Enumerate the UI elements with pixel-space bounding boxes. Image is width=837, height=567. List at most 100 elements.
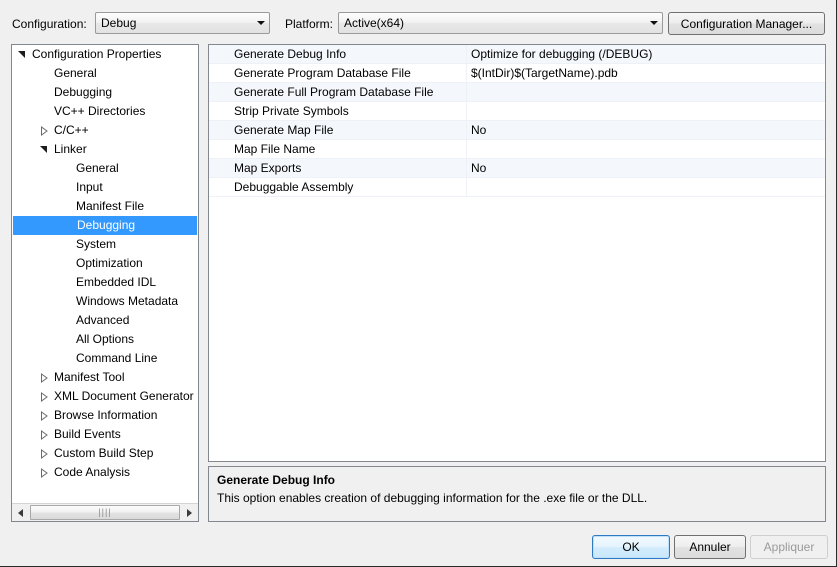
- configuration-manager-label: Configuration Manager...: [680, 16, 813, 31]
- tree-item-label: Command Line: [76, 351, 158, 365]
- tree-item-optimization[interactable]: Optimization: [12, 254, 198, 273]
- tree-item-label: General: [76, 161, 119, 175]
- property-name: Generate Program Database File: [209, 64, 467, 82]
- tree-collapsed-triangle-icon[interactable]: [38, 406, 50, 425]
- tree-item-embedded-idl[interactable]: Embedded IDL: [12, 273, 198, 292]
- tree-item-c-c[interactable]: C/C++: [12, 121, 198, 140]
- tree-item-configuration-properties[interactable]: Configuration Properties: [12, 45, 198, 64]
- tree-item-label: Custom Build Step: [54, 446, 154, 460]
- tree-item-label: Debugging: [54, 85, 113, 99]
- tree-item-label: XML Document Generator: [54, 389, 194, 403]
- property-row[interactable]: Map Exports No: [209, 159, 825, 178]
- property-name: Generate Map File: [209, 121, 467, 139]
- property-row[interactable]: Strip Private Symbols: [209, 102, 825, 121]
- property-name: Strip Private Symbols: [209, 102, 467, 120]
- configuration-toolbar: Configuration: Debug Platform: Active(x6…: [0, 0, 837, 40]
- apply-button-label: Appliquer: [763, 540, 815, 554]
- tree-scroll-area: Configuration Properties General Debugging…: [12, 45, 198, 503]
- tree-item-debugging[interactable]: Debugging: [12, 83, 198, 102]
- property-value[interactable]: $(IntDir)$(TargetName).pdb: [467, 64, 825, 82]
- property-value[interactable]: Optimize for debugging (/DEBUG): [467, 45, 825, 63]
- tree-collapsed-triangle-icon[interactable]: [38, 463, 50, 482]
- tree-item-label: Build Events: [54, 427, 121, 441]
- property-name: Debuggable Assembly: [209, 178, 467, 196]
- chevron-down-icon: [252, 13, 269, 33]
- property-value[interactable]: [467, 178, 825, 196]
- configuration-label: Configuration:: [12, 17, 87, 31]
- property-value[interactable]: [467, 102, 825, 120]
- tree-item-general[interactable]: General: [12, 64, 198, 83]
- tree-item-system[interactable]: System: [12, 235, 198, 254]
- tree-collapsed-triangle-icon[interactable]: [38, 121, 50, 140]
- tree-item-linker[interactable]: Linker: [12, 140, 198, 159]
- scroll-left-arrow-icon[interactable]: [12, 504, 29, 521]
- tree-item-manifest-tool[interactable]: Manifest Tool: [12, 368, 198, 387]
- configuration-properties-tree: Configuration Properties General Debugging…: [11, 44, 199, 522]
- property-row[interactable]: Generate Full Program Database File: [209, 83, 825, 102]
- tree-item-label: Optimization: [76, 256, 143, 270]
- property-value[interactable]: No: [467, 159, 825, 177]
- scrollbar-thumb[interactable]: ||||: [30, 505, 180, 520]
- ok-button-label: OK: [622, 540, 640, 554]
- tree-item-code-analysis[interactable]: Code Analysis: [12, 463, 198, 482]
- configuration-dropdown[interactable]: Debug: [95, 12, 270, 34]
- tree-item-all-options[interactable]: All Options: [12, 330, 198, 349]
- tree-item-debugging[interactable]: Debugging: [13, 216, 197, 235]
- scroll-right-arrow-icon[interactable]: [181, 504, 198, 521]
- configuration-value: Debug: [101, 16, 137, 30]
- description-title: Generate Debug Info: [217, 473, 336, 487]
- property-row[interactable]: Map File Name: [209, 140, 825, 159]
- tree-collapsed-triangle-icon[interactable]: [38, 368, 50, 387]
- tree-item-label: Code Analysis: [54, 465, 131, 479]
- tree-item-custom-build-step[interactable]: Custom Build Step: [12, 444, 198, 463]
- tree-item-label: C/C++: [54, 123, 89, 137]
- tree-item-command-line[interactable]: Command Line: [12, 349, 198, 368]
- tree-horizontal-scrollbar[interactable]: ||||: [12, 503, 198, 521]
- tree-item-label: System: [76, 237, 117, 251]
- tree-item-advanced[interactable]: Advanced: [12, 311, 198, 330]
- cancel-button[interactable]: Annuler: [674, 535, 746, 559]
- property-value[interactable]: [467, 83, 825, 101]
- property-value[interactable]: [467, 140, 825, 158]
- tree-collapsed-triangle-icon[interactable]: [38, 444, 50, 463]
- tree-item-label: VC++ Directories: [54, 104, 146, 118]
- tree-expanded-triangle-icon[interactable]: [38, 140, 50, 159]
- property-name: Map Exports: [209, 159, 467, 177]
- property-name: Generate Debug Info: [209, 45, 467, 63]
- tree-item-label: Linker: [54, 142, 87, 156]
- property-name: Generate Full Program Database File: [209, 83, 467, 101]
- platform-dropdown[interactable]: Active(x64): [338, 12, 663, 34]
- tree-item-label: Windows Metadata: [76, 294, 179, 308]
- property-row[interactable]: Generate Map File No: [209, 121, 825, 140]
- property-row[interactable]: Debuggable Assembly: [209, 178, 825, 197]
- ok-button[interactable]: OK: [592, 535, 670, 559]
- tree-item-label: Debugging: [77, 218, 136, 232]
- tree-item-label: Manifest Tool: [54, 370, 125, 384]
- tree-item-build-events[interactable]: Build Events: [12, 425, 198, 444]
- property-value[interactable]: No: [467, 121, 825, 139]
- description-panel: Generate Debug Info This option enables …: [208, 466, 826, 522]
- property-pages-dialog: Configuration: Debug Platform: Active(x6…: [0, 0, 837, 567]
- tree-item-label: Advanced: [76, 313, 130, 327]
- tree-expanded-triangle-icon[interactable]: [16, 45, 28, 64]
- property-row[interactable]: Generate Debug Info Optimize for debuggin…: [209, 45, 825, 64]
- tree-item-input[interactable]: Input: [12, 178, 198, 197]
- tree-item-vc-directories[interactable]: VC++ Directories: [12, 102, 198, 121]
- tree-collapsed-triangle-icon[interactable]: [38, 387, 50, 406]
- tree-item-xml-document-generator[interactable]: XML Document Generator: [12, 387, 198, 406]
- description-text: This option enables creation of debuggin…: [217, 491, 648, 505]
- property-grid: Generate Debug Info Optimize for debuggin…: [208, 44, 826, 462]
- configuration-manager-button[interactable]: Configuration Manager...: [668, 12, 825, 35]
- property-row[interactable]: Generate Program Database File $(IntDir)$…: [209, 64, 825, 83]
- tree-item-general[interactable]: General: [12, 159, 198, 178]
- tree-collapsed-triangle-icon[interactable]: [38, 425, 50, 444]
- tree-item-windows-metadata[interactable]: Windows Metadata: [12, 292, 198, 311]
- tree-item-label: Input: [76, 180, 103, 194]
- tree-item-label: Embedded IDL: [76, 275, 157, 289]
- tree-item-label: All Options: [76, 332, 135, 346]
- tree-item-manifest-file[interactable]: Manifest File: [12, 197, 198, 216]
- tree-item-label: Configuration Properties: [32, 47, 162, 61]
- cancel-button-label: Annuler: [689, 540, 731, 554]
- apply-button: Appliquer: [750, 535, 828, 559]
- tree-item-browse-information[interactable]: Browse Information: [12, 406, 198, 425]
